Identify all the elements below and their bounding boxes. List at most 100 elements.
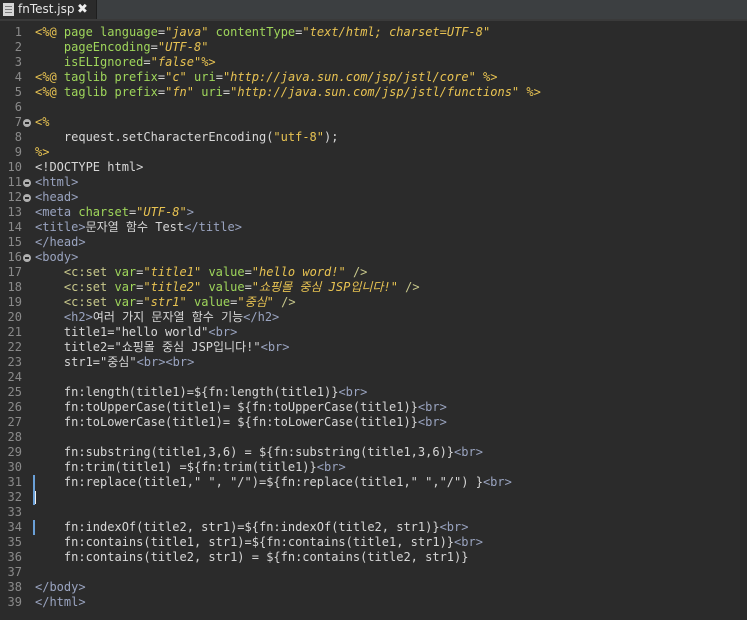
code-line[interactable]: 11 <html>	[0, 175, 747, 190]
code-token: </h2>	[243, 310, 280, 324]
code-token: <meta	[35, 205, 79, 219]
code-line[interactable]: 22 title2="쇼핑몰 중심 JSP입니다!"<br>	[0, 340, 747, 355]
code-line[interactable]: 8 request.setCharacterEncoding("utf-8");	[0, 130, 747, 145]
code-line[interactable]: 32	[0, 490, 747, 505]
code-line[interactable]: 19 <c:set var="str1" value="중심" />	[0, 295, 747, 310]
code-token: <br>	[454, 445, 483, 459]
code-token: >	[186, 205, 194, 219]
code-line[interactable]: 35 fn:contains(title1, str1)=${fn:contai…	[0, 535, 747, 550]
code-line[interactable]: 23 str1="중심"<br><br>	[0, 355, 747, 370]
code-token: <br>	[260, 340, 290, 354]
fold-collapse-icon[interactable]	[23, 194, 31, 202]
code-line[interactable]: 10 <!DOCTYPE html>	[0, 160, 747, 175]
code-line[interactable]: 2 pageEncoding="UTF-8"	[0, 40, 747, 55]
code-line[interactable]: 33	[0, 505, 747, 520]
code-line[interactable]: 6	[0, 100, 747, 115]
code-line[interactable]: 39 </html>	[0, 595, 747, 610]
code-token: taglib	[63, 85, 108, 99]
code-token: "false"	[150, 55, 202, 69]
line-number: 38	[7, 580, 22, 594]
code-token: <br>	[417, 415, 447, 429]
code-line[interactable]: 4 <%@ taglib prefix="c" uri="http://java.…	[0, 70, 747, 85]
code-text: fn:contains(title1, str1)=${fn:contains(…	[35, 535, 483, 550]
code-line[interactable]: 17 <c:set var="title1" value="hello word…	[0, 265, 747, 280]
code-line[interactable]: 20 <h2>여러 가지 문자열 함수 기능</h2>	[0, 310, 747, 325]
code-text: fn:replace(title1," ", "/")=${fn:replace…	[35, 475, 512, 490]
code-token: <br>	[208, 325, 238, 339]
code-token: <%@	[35, 70, 64, 84]
code-text: </head>	[35, 235, 86, 250]
line-number: 20	[7, 310, 22, 324]
code-line[interactable]: 29 fn:substring(title1,3,6) = ${fn:subst…	[0, 445, 747, 460]
code-line[interactable]: 21 title1="hello world"<br>	[0, 325, 747, 340]
code-token: <br><br>	[136, 355, 195, 369]
code-token: "utf-8"	[273, 130, 324, 144]
fold-collapse-icon[interactable]	[23, 119, 31, 127]
code-line[interactable]: 7 <%	[0, 115, 747, 130]
code-line[interactable]: 38 </body>	[0, 580, 747, 595]
code-text: str1="중심"<br><br>	[35, 355, 194, 370]
tab-fntest-jsp[interactable]: fnTest.jsp ✖	[0, 0, 97, 19]
code-line[interactable]: 30 fn:trim(title1) =${fn:trim(title1)}<b…	[0, 460, 747, 475]
code-text: <c:set var="str1" value="중심" />	[35, 295, 296, 310]
code-token: fn:trim(title1) =${fn:trim(title1)}	[35, 460, 317, 474]
code-token: =	[157, 85, 166, 99]
editor-tab-bar: fnTest.jsp ✖	[0, 0, 747, 19]
code-text: <head>	[35, 190, 78, 205]
code-line[interactable]: 14 <title>문자열 함수 Test</title>	[0, 220, 747, 235]
code-line[interactable]: 34 fn:indexOf(title2, str1)=${fn:indexOf…	[0, 520, 747, 535]
code-line[interactable]: 13 <meta charset="UTF-8">	[0, 205, 747, 220]
code-line[interactable]: 15 </head>	[0, 235, 747, 250]
code-line[interactable]: 31 fn:replace(title1," ", "/")=${fn:repl…	[0, 475, 747, 490]
line-number: 1	[14, 25, 22, 39]
code-text: fn:contains(title2, str1) = ${fn:contain…	[35, 550, 469, 565]
code-line[interactable]: 3 isELIgnored="false"%>	[0, 55, 747, 70]
code-line[interactable]: 5 <%@ taglib prefix="fn" uri="http://java…	[0, 85, 747, 100]
fold-collapse-icon[interactable]	[23, 179, 31, 187]
line-number: 17	[7, 265, 22, 279]
code-token: =	[157, 70, 166, 84]
line-number: 18	[7, 280, 22, 294]
code-line[interactable]: 9 %>	[0, 145, 747, 160]
code-editor[interactable]: 1 <%@ page language="java" contentType="t…	[0, 21, 747, 620]
code-token: <title>	[35, 220, 86, 234]
fold-collapse-icon[interactable]	[23, 254, 31, 262]
code-token: %>	[35, 145, 50, 159]
close-icon[interactable]: ✖	[77, 1, 88, 18]
code-token: prefix	[114, 70, 158, 84]
code-line[interactable]: 25 fn:length(title1)=${fn:length(title1)…	[0, 385, 747, 400]
code-lines: 1 <%@ page language="java" contentType="t…	[0, 25, 747, 610]
line-number: 5	[14, 85, 22, 99]
code-line[interactable]: 12 <head>	[0, 190, 747, 205]
code-text: %>	[35, 145, 49, 160]
code-token: var	[114, 295, 137, 309]
code-token: fn:toLowerCase(title1)= ${fn:toLowerCase…	[35, 415, 418, 429]
line-number: 27	[7, 415, 22, 429]
code-line[interactable]: 27 fn:toLowerCase(title1)= ${fn:toLowerC…	[0, 415, 747, 430]
code-line[interactable]: 36 fn:contains(title2, str1) = ${fn:cont…	[0, 550, 747, 565]
code-token: fn:contains(title2, str1) = ${fn:contain…	[35, 550, 469, 564]
code-line[interactable]: 37	[0, 565, 747, 580]
code-token: <c:set	[63, 295, 115, 309]
code-line[interactable]: 24	[0, 370, 747, 385]
code-line[interactable]: 26 fn:toUpperCase(title1)= ${fn:toUpperC…	[0, 400, 747, 415]
code-line[interactable]: 18 <c:set var="title2" value="쇼핑몰 중심 JSP…	[0, 280, 747, 295]
code-line[interactable]: 16 <body>	[0, 250, 747, 265]
code-text: <h2>여러 가지 문자열 함수 기능</h2>	[35, 310, 279, 325]
line-number: 7	[14, 115, 22, 129]
code-text: fn:trim(title1) =${fn:trim(title1)}<br>	[35, 460, 346, 475]
code-token: <br>	[454, 535, 483, 549]
line-number: 26	[7, 400, 22, 414]
code-line[interactable]: 1 <%@ page language="java" contentType="t…	[0, 25, 747, 40]
code-text: <c:set var="title1" value="hello word!" …	[35, 265, 368, 280]
line-number: 29	[7, 445, 22, 459]
code-token: "쇼핑몰 중심 JSP입니다!"	[251, 280, 398, 294]
code-line[interactable]: 28	[0, 430, 747, 445]
code-token: </title>	[184, 220, 242, 234]
line-number: 19	[7, 295, 22, 309]
